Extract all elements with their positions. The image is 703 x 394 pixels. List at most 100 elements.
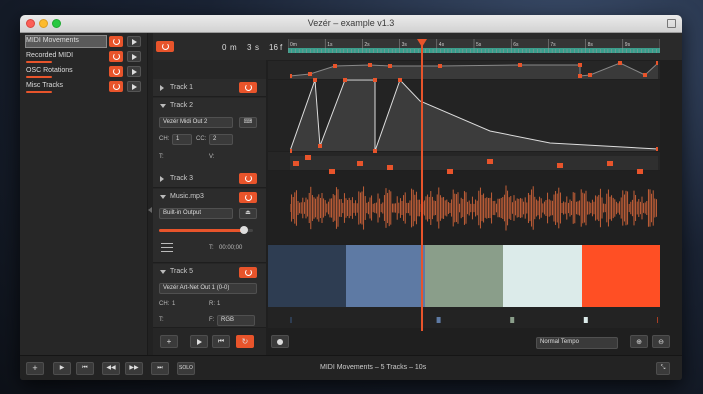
track1-keyframe xyxy=(290,74,292,78)
expand-arrow-icon[interactable] xyxy=(160,85,164,91)
r-value[interactable]: 1 xyxy=(217,301,220,307)
color-marker xyxy=(290,317,292,323)
loop-icon: ↻ xyxy=(241,337,249,346)
track3-keyframe xyxy=(637,169,643,174)
track-power-button[interactable] xyxy=(239,173,257,184)
track-row-track2[interactable]: Track 2 Vezér Midi Out 2 ⌨ CH: 1 CC: 2 T… xyxy=(153,98,266,179)
composition-play-button[interactable] xyxy=(127,51,141,62)
fullscreen-icon[interactable] xyxy=(667,19,676,28)
zoom-in-icon: ⊕ xyxy=(636,339,642,346)
zoom-out-button[interactable]: ⊖ xyxy=(652,335,670,348)
composition-play-button[interactable] xyxy=(127,66,141,77)
playhead-handle-icon[interactable] xyxy=(416,39,427,47)
tc-seconds: 3 xyxy=(247,43,252,52)
track-power-button[interactable] xyxy=(239,267,257,278)
next-button[interactable]: ▶▶ xyxy=(125,362,143,375)
play-icon xyxy=(131,39,137,45)
play-icon xyxy=(131,69,137,75)
rewind-button[interactable]: ⏮ xyxy=(212,335,230,348)
ruler-label: 2s xyxy=(364,42,370,48)
composition-power-button[interactable] xyxy=(109,36,123,47)
composition-label: Recorded MIDI xyxy=(26,52,74,59)
compositions-list: MIDI Movements Recorded MIDI OSC Rotatio… xyxy=(20,33,148,355)
cc-stepper[interactable]: 2 xyxy=(209,134,233,145)
composition-item-misc-tracks[interactable]: Misc Tracks xyxy=(25,80,145,94)
composition-item-recorded-midi[interactable]: Recorded MIDI xyxy=(25,50,145,64)
track-power-button[interactable] xyxy=(239,192,257,203)
volume-fill xyxy=(159,229,244,232)
add-icon: + xyxy=(32,363,38,373)
track-headers: Track 1 Track 2 Vezér Midi Out 2 ⌨ CH: 1… xyxy=(153,33,266,355)
master-power-button[interactable] xyxy=(156,41,174,52)
track2-area xyxy=(290,80,658,151)
prev-button[interactable]: ◀◀ xyxy=(102,362,120,375)
playhead[interactable] xyxy=(416,39,427,331)
track-row-track3[interactable]: Track 3 xyxy=(153,170,266,188)
tc-min-unit: m xyxy=(230,43,237,52)
expand-arrow-icon[interactable] xyxy=(160,176,164,182)
eject-icon[interactable]: ⏏ xyxy=(239,208,257,219)
track-power-button[interactable] xyxy=(239,82,257,93)
collapse-arrow-icon[interactable] xyxy=(160,270,166,274)
tempo-select[interactable]: Normal Tempo xyxy=(536,337,618,349)
track-row-music[interactable]: Music.mp3 Built-in Output ⏏ T: 00:00;00 xyxy=(153,189,266,263)
track1-keyframe xyxy=(588,73,592,77)
composition-progress xyxy=(26,91,52,93)
zoom-in-button[interactable]: ⊕ xyxy=(630,335,648,348)
power-icon xyxy=(244,269,252,276)
track-row-track5[interactable]: Track 5 Vezér Art-Net Out 1 (0-0) CH: 1 … xyxy=(153,264,266,328)
cc-label: CC: xyxy=(196,136,207,142)
track3-keyframe xyxy=(293,161,299,166)
composition-power-button[interactable] xyxy=(109,51,123,62)
composition-item-midi-movements[interactable]: MIDI Movements xyxy=(25,35,145,49)
play-button[interactable] xyxy=(190,335,208,348)
loop-button[interactable]: ↻ xyxy=(236,335,254,348)
track1-keyframe xyxy=(643,73,647,77)
composition-play-button[interactable] xyxy=(127,36,141,47)
play-icon xyxy=(131,54,137,60)
ruler-label: 5s xyxy=(476,42,482,48)
time-value: 00:00;00 xyxy=(219,245,243,251)
record-button[interactable] xyxy=(271,335,289,348)
track1-keyframe xyxy=(368,63,372,67)
play-icon xyxy=(131,84,137,90)
track1-keyframe xyxy=(656,61,658,65)
rewind-icon: ⏮ xyxy=(82,365,88,371)
play-button[interactable]: ▶ xyxy=(53,362,71,375)
automation-curves[interactable] xyxy=(290,61,658,331)
audio-output-select[interactable]: Built-in Output xyxy=(159,208,233,219)
forward-button[interactable]: ⏭ xyxy=(151,362,169,375)
artnet-output-select[interactable]: Vezér Art-Net Out 1 (0-0) xyxy=(159,283,257,294)
composition-play-button[interactable] xyxy=(127,81,141,92)
solo-button[interactable]: SOLO xyxy=(177,362,195,375)
volume-slider[interactable] xyxy=(159,226,253,234)
track3-keyframe xyxy=(447,169,453,174)
composition-item-osc-rotations[interactable]: OSC Rotations xyxy=(25,65,145,79)
midi-output-select[interactable]: Vezér Midi Out 2 xyxy=(159,117,233,128)
list-icon[interactable] xyxy=(161,243,173,252)
add-track-button[interactable]: + xyxy=(160,335,178,348)
ch-stepper[interactable]: 1 xyxy=(172,134,192,145)
add-icon: + xyxy=(166,337,172,346)
format-select[interactable]: RGB xyxy=(217,315,255,326)
collapse-arrow-icon[interactable] xyxy=(160,195,166,199)
add-composition-button[interactable]: + xyxy=(26,362,44,375)
composition-power-button[interactable] xyxy=(109,66,123,77)
collapse-arrow-icon[interactable] xyxy=(148,207,152,213)
track1-keyframe xyxy=(333,64,337,68)
status-text: MIDI Movements – 5 Tracks – 10s xyxy=(320,364,427,371)
resize-grip-icon[interactable]: ⤡ xyxy=(656,362,670,375)
color-marker xyxy=(583,317,588,323)
keyboard-icon[interactable]: ⌨ xyxy=(239,117,257,128)
ruler-svg: 0m 1s 2s 3s 4s 5s 6s 7s 8s 9s xyxy=(287,39,661,53)
collapse-arrow-icon[interactable] xyxy=(160,104,166,108)
composition-power-button[interactable] xyxy=(109,81,123,92)
tc-minutes: 0 xyxy=(222,43,227,52)
composition-label: Misc Tracks xyxy=(26,82,63,89)
ch-value[interactable]: 1 xyxy=(172,301,175,307)
track-row-track1[interactable]: Track 1 xyxy=(153,79,266,97)
ruler-label: 9s xyxy=(625,42,631,48)
volume-knob[interactable] xyxy=(239,226,248,234)
rewind-button[interactable]: ⏮ xyxy=(76,362,94,375)
time-ruler[interactable]: 0m 1s 2s 3s 4s 5s 6s 7s 8s 9s xyxy=(287,39,661,53)
